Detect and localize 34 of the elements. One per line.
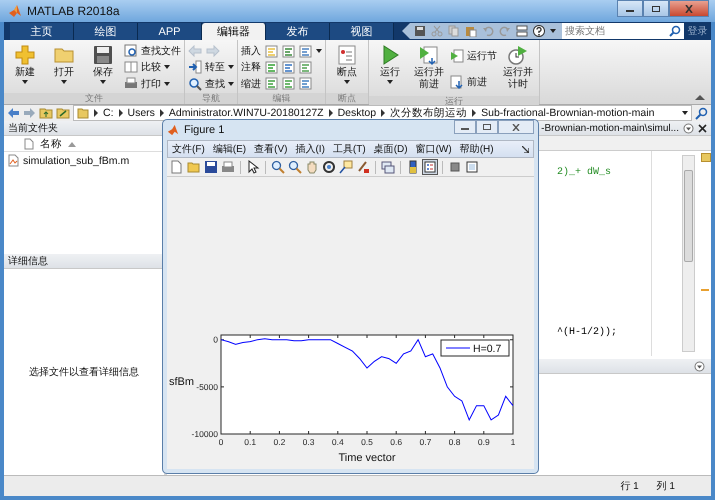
ribbon-label: 注释 bbox=[241, 60, 261, 74]
tick-label: -10000 bbox=[192, 429, 218, 439]
figure-title: Figure 1 bbox=[184, 124, 224, 136]
details-message: 选择文件以查看详细信息 bbox=[29, 366, 139, 379]
x-axis-label: Time vector bbox=[338, 452, 396, 464]
tick-label: 1 bbox=[510, 437, 516, 447]
tick-label: 0.1 bbox=[244, 437, 256, 447]
legend-label: H=0.7 bbox=[473, 343, 502, 355]
window-title: MATLAB R2018a bbox=[27, 4, 120, 18]
panel-title: 详细信息 bbox=[8, 254, 48, 268]
panel-title: 当前文件夹 bbox=[8, 122, 58, 135]
tick-label: 0 bbox=[218, 437, 224, 447]
tick-label: -5000 bbox=[196, 382, 218, 392]
tick-label: 0.3 bbox=[302, 437, 315, 447]
line-number: 行 1 bbox=[620, 480, 639, 493]
code-line: 2)_+ dW_s bbox=[557, 167, 612, 178]
group-label: 断点 bbox=[326, 93, 368, 104]
ribbon-label: 插入 bbox=[241, 44, 261, 58]
tick-label: 0.7 bbox=[419, 437, 432, 447]
tick-label: 0.9 bbox=[478, 437, 490, 447]
tick-label: 0 bbox=[213, 334, 218, 345]
tick-label: 0.2 bbox=[273, 437, 286, 447]
tick-label: 0.6 bbox=[390, 437, 402, 447]
tick-label: 0.4 bbox=[332, 437, 344, 447]
code-line: ^(H-1/2)); bbox=[557, 327, 618, 338]
tick-label: 0.8 bbox=[448, 437, 461, 447]
editor-path: -Brownian-motion-main\simul... bbox=[541, 122, 679, 134]
tick-label: 0.5 bbox=[361, 437, 373, 447]
group-label: 编辑 bbox=[238, 93, 325, 104]
column-number: 列 1 bbox=[656, 480, 675, 493]
ribbon-label: 缩进 bbox=[241, 78, 261, 91]
y-axis-label: sfBm bbox=[169, 376, 194, 388]
group-label: 导航 bbox=[185, 93, 237, 104]
group-label: 文件 bbox=[4, 93, 184, 104]
